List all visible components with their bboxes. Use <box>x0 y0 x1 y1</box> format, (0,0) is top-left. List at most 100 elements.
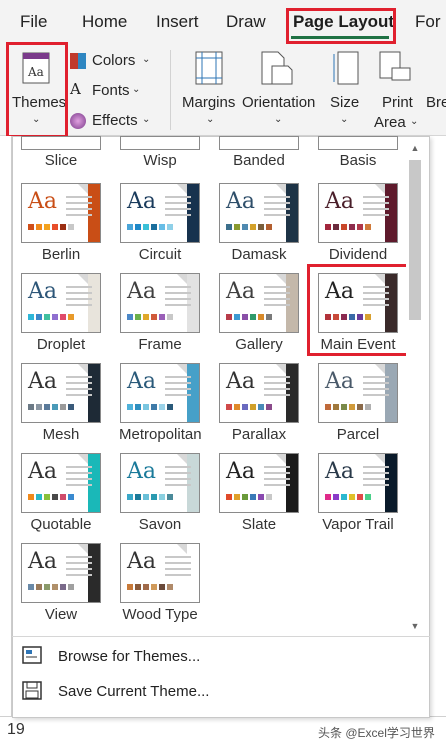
theme-main-event[interactable]: Aa Main Event <box>317 272 415 360</box>
theme-parallax[interactable]: Aa Parallax <box>218 362 316 450</box>
theme-font-sample: Aa <box>226 369 256 394</box>
page-fold-icon <box>78 274 88 284</box>
theme-name: Slice <box>44 152 78 169</box>
theme-banded[interactable]: Banded <box>218 136 316 174</box>
print-area-icon <box>379 51 411 81</box>
theme-view[interactable]: Aa View <box>20 542 118 630</box>
theme-thumbnail: Aa <box>318 183 398 243</box>
theme-wood-type[interactable]: Aa Wood Type <box>119 542 217 630</box>
page-fold-icon <box>375 184 385 194</box>
theme-text-lines <box>264 286 290 310</box>
effects-icon <box>70 113 86 129</box>
theme-name: Parallax <box>231 426 287 443</box>
theme-text-lines <box>165 466 191 490</box>
theme-slice[interactable]: Slice <box>20 136 118 174</box>
theme-color-swatches <box>226 224 272 230</box>
scroll-down-icon[interactable]: ▼ <box>409 620 421 632</box>
theme-thumbnail: Aa <box>219 183 299 243</box>
scrollbar-thumb[interactable] <box>409 160 421 320</box>
theme-metropolitan[interactable]: Aa Metropolitan <box>119 362 217 450</box>
theme-text-lines <box>363 466 389 490</box>
themes-button[interactable]: Aa Themes ⌄ <box>10 46 66 134</box>
fonts-button[interactable]: A Fonts ⌄ <box>70 80 160 102</box>
save-theme-label: Save Current Theme... <box>58 682 210 700</box>
orientation-icon <box>261 51 293 85</box>
page-fold-icon <box>177 454 187 464</box>
themes-label: Themes <box>12 94 67 111</box>
theme-font-sample: Aa <box>28 549 58 574</box>
chevron-down-icon: ⌄ <box>340 114 349 125</box>
tab-home[interactable]: Home <box>82 12 127 32</box>
theme-berlin[interactable]: Aa Berlin <box>20 182 118 270</box>
theme-thumbnail: Aa <box>120 543 200 603</box>
print-area-button[interactable]: Print Area ⌄ <box>372 46 422 134</box>
sheet-left-edge <box>0 136 12 748</box>
theme-basis[interactable]: Basis <box>317 136 415 174</box>
browse-themes-label: Browse for Themes... <box>58 647 201 665</box>
theme-text-lines <box>66 556 92 580</box>
size-icon <box>333 51 359 85</box>
theme-circuit[interactable]: Aa Circuit <box>119 182 217 270</box>
theme-thumbnail: Aa <box>21 363 101 423</box>
tab-file[interactable]: File <box>20 12 47 32</box>
orientation-button[interactable]: Orientation ⌄ <box>240 46 320 134</box>
theme-text-lines <box>165 196 191 220</box>
theme-dividend[interactable]: Aa Dividend <box>317 182 415 270</box>
breaks-label: Bre <box>426 94 446 111</box>
colors-button[interactable]: Colors ⌄ <box>70 50 160 72</box>
theme-color-swatches <box>28 314 74 320</box>
theme-droplet[interactable]: Aa Droplet <box>20 272 118 360</box>
theme-color-swatches <box>226 494 272 500</box>
tab-formulas[interactable]: For <box>415 12 441 32</box>
theme-thumbnail: Aa <box>120 363 200 423</box>
row-number: 19 <box>7 721 25 738</box>
page-fold-icon <box>276 454 286 464</box>
theme-vapor-trail[interactable]: Aa Vapor Trail <box>317 452 415 540</box>
theme-text-lines <box>165 376 191 400</box>
theme-name: Basis <box>339 152 377 169</box>
theme-font-sample: Aa <box>325 279 355 304</box>
tab-insert[interactable]: Insert <box>156 12 199 32</box>
tab-draw[interactable]: Draw <box>226 12 266 32</box>
theme-name: Circuit <box>138 246 182 263</box>
tab-page-layout[interactable]: Page Layout <box>293 12 394 32</box>
theme-thumbnail: Aa <box>120 453 200 513</box>
page-fold-icon <box>375 454 385 464</box>
effects-label: Effects <box>92 112 138 129</box>
theme-name: Slate <box>241 516 277 533</box>
theme-text-lines <box>363 286 389 310</box>
theme-thumbnail: Aa <box>21 273 101 333</box>
theme-wisp[interactable]: Wisp <box>119 136 217 174</box>
theme-name: Main Event <box>320 336 396 353</box>
theme-slate[interactable]: Aa Slate <box>218 452 316 540</box>
theme-text-lines <box>66 196 92 220</box>
theme-color-swatches <box>127 314 173 320</box>
theme-name: Parcel <box>336 426 380 443</box>
theme-name: Gallery <box>235 336 283 353</box>
theme-quotable[interactable]: Aa Quotable <box>20 452 118 540</box>
theme-name: Quotable <box>30 516 92 533</box>
effects-button[interactable]: Effects ⌄ <box>70 110 160 132</box>
page-fold-icon <box>177 544 187 554</box>
orientation-label: Orientation <box>242 94 316 111</box>
theme-thumbnail: Aa <box>120 183 200 243</box>
menu-bar: File Home Insert Draw Page Layout For <box>0 0 446 44</box>
theme-font-sample: Aa <box>28 279 58 304</box>
scroll-up-icon[interactable]: ▲ <box>409 142 421 154</box>
theme-gallery[interactable]: Aa Gallery <box>218 272 316 360</box>
page-fold-icon <box>177 184 187 194</box>
theme-name: Wood Type <box>122 606 198 623</box>
theme-frame[interactable]: Aa Frame <box>119 272 217 360</box>
page-fold-icon <box>276 364 286 374</box>
theme-text-lines <box>363 196 389 220</box>
theme-mesh[interactable]: Aa Mesh <box>20 362 118 450</box>
theme-savon[interactable]: Aa Savon <box>119 452 217 540</box>
breaks-button[interactable]: Bre <box>426 46 446 134</box>
theme-parcel[interactable]: Aa Parcel <box>317 362 415 450</box>
theme-damask[interactable]: Aa Damask <box>218 182 316 270</box>
browse-themes-item[interactable]: Browse for Themes... <box>22 646 200 666</box>
theme-font-sample: Aa <box>28 189 58 214</box>
size-button[interactable]: Size ⌄ <box>328 46 364 134</box>
margins-button[interactable]: Margins ⌄ <box>182 46 240 134</box>
save-theme-item[interactable]: Save Current Theme... <box>22 681 209 701</box>
